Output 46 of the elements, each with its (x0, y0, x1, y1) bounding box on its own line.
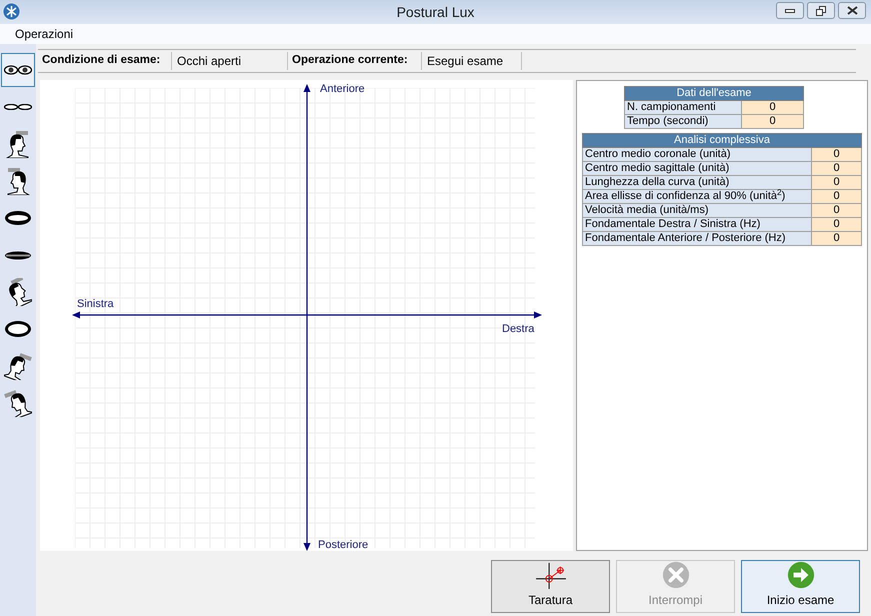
field-label: Condizione di esame: (38, 52, 172, 70)
table-header: Dati dell'esame (624, 86, 804, 101)
table-cell: 0 (812, 176, 862, 190)
table-cell: Lunghezza della curva (unità) (582, 176, 812, 190)
minimize-button[interactable] (776, 2, 804, 19)
axis-label: Sinistra (77, 297, 114, 312)
table-cell: Centro medio sagittale (unità) (582, 162, 812, 176)
table-cell: 0 (812, 162, 862, 176)
closed-mouth-icon (4, 250, 32, 260)
table-cell: 0 (742, 115, 804, 129)
calibrate-button[interactable]: Taratura (491, 560, 610, 613)
restore-icon (816, 6, 826, 16)
axis-label: Anteriore (320, 82, 365, 97)
table-cell: 0 (812, 232, 862, 246)
restore-button[interactable] (807, 2, 835, 19)
table-cell: Centro medio coronale (unità) (582, 148, 812, 162)
table-cell: 0 (812, 190, 862, 204)
closed-eyes-icon (4, 104, 32, 110)
table-cell: 0 (812, 148, 862, 162)
field-value: Esegui esame (422, 52, 522, 70)
axis-label: Destra (502, 322, 534, 337)
axis-label: Posteriore (318, 538, 368, 553)
table-cell: N. campionamenti (624, 101, 742, 115)
open-eyes-icon (4, 65, 32, 75)
field-label: Operazione corrente: (288, 52, 422, 70)
table-cell: Area ellisse di confidenza al 90% (unità$^{2}$) (582, 190, 812, 204)
start-button[interactable]: Inizio esame (741, 560, 860, 613)
table-cell: Tempo (secondi) (624, 115, 742, 129)
table-cell: 0 (812, 218, 862, 232)
table-cell: Fondamentale Anteriore / Posteriore (Hz) (582, 232, 812, 246)
menu-item[interactable]: Operazioni (8, 25, 80, 43)
app-logo-icon (3, 3, 20, 20)
tilted-head-icon (4, 389, 32, 417)
cancel-icon (660, 561, 690, 589)
field-value: Occhi aperti (172, 52, 288, 70)
minimize-icon (785, 8, 795, 12)
window-title: Postural Lux (396, 2, 474, 22)
table-cell: Fondamentale Destra / Sinistra (Hz) (582, 218, 812, 232)
table-cell: 0 (742, 101, 804, 115)
sidebar-item[interactable] (1, 53, 35, 87)
close-button[interactable] (838, 2, 866, 19)
close-icon (846, 6, 858, 15)
table-header: Analisi complessiva (582, 133, 862, 148)
table-cell: 0 (812, 204, 862, 218)
tilted-head-icon (4, 352, 32, 380)
table-cell: Velocità media (unità/ms) (582, 204, 812, 218)
